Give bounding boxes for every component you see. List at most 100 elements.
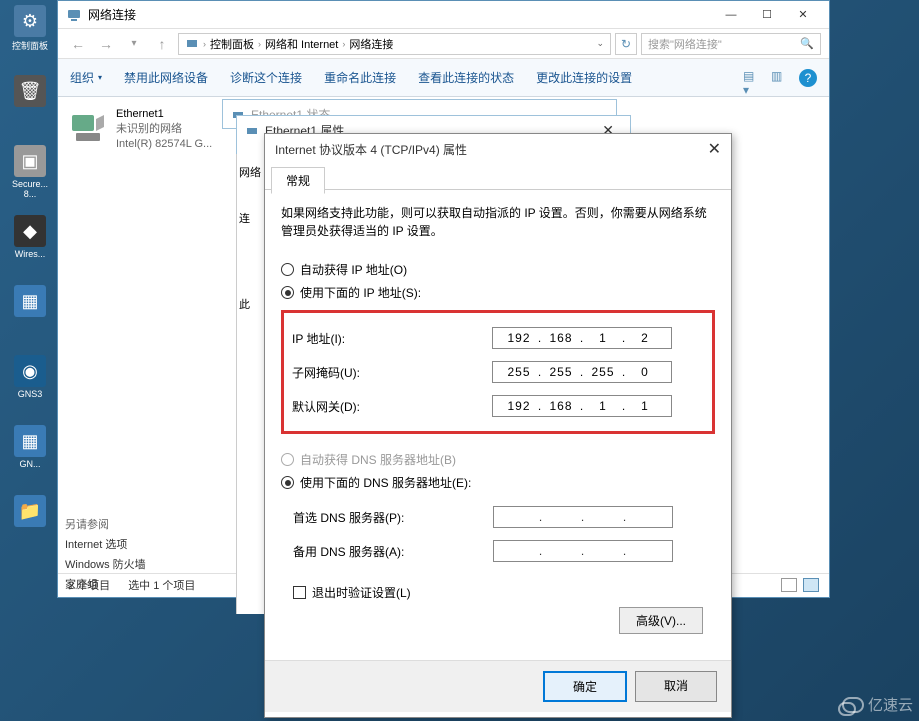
- titlebar[interactable]: Internet 协议版本 4 (TCP/IPv4) 属性 ✕: [265, 134, 731, 164]
- view-icons-icon[interactable]: [803, 578, 819, 592]
- label-dns-primary: 首选 DNS 服务器(P):: [293, 509, 493, 526]
- radio-label: 自动获得 DNS 服务器地址(B): [300, 451, 456, 468]
- desktop-icon-generic1[interactable]: ▦: [5, 285, 55, 345]
- desktop-icon-generic3[interactable]: 📁: [5, 495, 55, 555]
- desktop-icon-wireshark[interactable]: ◆ Wires...: [5, 215, 55, 275]
- nav-forward[interactable]: →: [94, 32, 118, 56]
- titlebar[interactable]: 网络连接 — ☐ ✕: [58, 1, 829, 29]
- properties-body-sliver: 网络 连 此: [236, 154, 266, 614]
- desktop: ⚙ 控制面板 🗑 ▣ Secure... 8... ◆ Wires... ▦ ◉…: [0, 0, 60, 721]
- toolbar-diagnose[interactable]: 诊断这个连接: [230, 69, 302, 86]
- breadcrumb-item[interactable]: 网络和 Internet: [265, 36, 338, 52]
- radio-icon: [281, 263, 294, 276]
- nav-up[interactable]: ↑: [150, 32, 174, 56]
- link-windows-firewall[interactable]: Windows 防火墙: [65, 555, 146, 575]
- address-bar: ← → ▾ ↑ › 控制面板 › 网络和 Internet › 网络连接 ⌄ ↻…: [58, 29, 829, 59]
- label-subnet: 子网掩码(U):: [292, 364, 492, 381]
- breadcrumb-item[interactable]: 网络连接: [349, 36, 393, 52]
- info-text: 如果网络支持此功能，则可以获取自动指派的 IP 设置。否则，你需要从网络系统管理…: [281, 204, 715, 240]
- desktop-icon-controlpanel[interactable]: ⚙ 控制面板: [5, 5, 55, 65]
- link-internet-options[interactable]: Internet 选项: [65, 535, 146, 555]
- radio-use-ip[interactable]: 使用下面的 IP 地址(S):: [281, 281, 715, 304]
- radio-label: 使用下面的 DNS 服务器地址(E):: [300, 474, 471, 491]
- search-placeholder: 搜索"网络连接": [648, 36, 722, 52]
- breadcrumb-item[interactable]: 控制面板: [210, 36, 254, 52]
- see-also-heading: 另请参阅: [65, 515, 146, 535]
- refresh-button[interactable]: ↻: [615, 33, 637, 55]
- close-button[interactable]: ✕: [785, 3, 821, 27]
- securecrt-icon: ▣: [14, 145, 46, 177]
- toolbar-organize[interactable]: 组织: [70, 69, 102, 86]
- folder-icon: 📁: [14, 495, 46, 527]
- desktop-icon-label: Wires...: [5, 249, 55, 259]
- controlpanel-icon: ⚙: [14, 5, 46, 37]
- advanced-button[interactable]: 高级(V)...: [619, 607, 703, 634]
- input-default-gateway[interactable]: 192. 168. 1. 1: [492, 395, 672, 417]
- cancel-button[interactable]: 取消: [635, 671, 717, 702]
- watermark-logo-icon: [842, 697, 864, 713]
- help-icon[interactable]: ?: [799, 69, 817, 87]
- view-options-icon[interactable]: ▤ ▾: [743, 69, 761, 87]
- connect-label: 连: [239, 210, 264, 226]
- radio-icon: [281, 453, 294, 466]
- input-ip-address[interactable]: 192. 168. 1. 2: [492, 327, 672, 349]
- search-icon: 🔍: [800, 37, 814, 50]
- chevron-down-icon[interactable]: ⌄: [596, 38, 604, 49]
- toolbar-rename[interactable]: 重命名此连接: [324, 69, 396, 86]
- input-dns-secondary[interactable]: ...: [493, 540, 673, 562]
- window-title: 网络连接: [88, 6, 136, 23]
- label-gateway: 默认网关(D):: [292, 398, 492, 415]
- nav-back[interactable]: ←: [66, 32, 90, 56]
- checkbox-label: 退出时验证设置(L): [312, 584, 411, 601]
- wireshark-icon: ◆: [14, 215, 46, 247]
- toolbar: 组织 禁用此网络设备 诊断这个连接 重命名此连接 查看此连接的状态 更改此连接的…: [58, 59, 829, 97]
- see-also-panel: 另请参阅 Internet 选项 Windows 防火墙 家庭组: [65, 515, 146, 595]
- ethernet-icon: [245, 123, 259, 137]
- desktop-icon-recycle[interactable]: 🗑: [5, 75, 55, 135]
- maximize-button[interactable]: ☐: [749, 3, 785, 27]
- ip-fields-highlight: IP 地址(I): 192. 168. 1. 2 子网掩码(U): 255. 2…: [281, 310, 715, 434]
- nav-dropdown[interactable]: ▾: [122, 32, 146, 56]
- ok-button[interactable]: 确定: [543, 671, 627, 702]
- label-dns-secondary: 备用 DNS 服务器(A):: [293, 543, 493, 560]
- radio-auto-ip[interactable]: 自动获得 IP 地址(O): [281, 258, 715, 281]
- network-icon: [185, 37, 199, 51]
- gns3-icon: ◉: [14, 355, 46, 387]
- radio-icon: [281, 286, 294, 299]
- desktop-icon-label: GN...: [5, 459, 55, 469]
- checkbox-validate-on-exit[interactable]: 退出时验证设置(L): [281, 578, 715, 607]
- tab-general[interactable]: 常规: [271, 167, 325, 194]
- adapter-ethernet1[interactable]: Ethernet1 未识别的网络 Intel(R) 82574L G...: [68, 107, 228, 152]
- desktop-icon-securecrt[interactable]: ▣ Secure... 8...: [5, 145, 55, 205]
- label-ip: IP 地址(I):: [292, 330, 492, 347]
- window-ipv4-properties: Internet 协议版本 4 (TCP/IPv4) 属性 ✕ 常规 如果网络支…: [264, 133, 732, 718]
- radio-auto-dns: 自动获得 DNS 服务器地址(B): [281, 448, 715, 471]
- desktop-icon-gns3[interactable]: ◉ GNS3: [5, 355, 55, 415]
- minimize-button[interactable]: —: [713, 3, 749, 27]
- radio-label: 自动获得 IP 地址(O): [300, 261, 407, 278]
- desktop-icon-generic2[interactable]: ▦ GN...: [5, 425, 55, 485]
- breadcrumb[interactable]: › 控制面板 › 网络和 Internet › 网络连接 ⌄: [178, 33, 611, 55]
- radio-icon: [281, 476, 294, 489]
- radio-use-dns[interactable]: 使用下面的 DNS 服务器地址(E):: [281, 471, 715, 494]
- view-details-icon[interactable]: [781, 578, 797, 592]
- input-subnet-mask[interactable]: 255. 255. 255. 0: [492, 361, 672, 383]
- adapter-name: Ethernet1: [116, 107, 212, 122]
- link-homegroup[interactable]: 家庭组: [65, 575, 146, 595]
- file-icon: ▦: [14, 425, 46, 457]
- toolbar-changesettings[interactable]: 更改此连接的设置: [536, 69, 632, 86]
- desktop-icon-sublabel: 8...: [5, 189, 55, 199]
- close-button[interactable]: ✕: [708, 139, 721, 159]
- preview-pane-icon[interactable]: ▥: [771, 69, 789, 87]
- search-input[interactable]: 搜索"网络连接" 🔍: [641, 33, 821, 55]
- watermark-text: 亿速云: [868, 694, 913, 715]
- file-icon: ▦: [14, 285, 46, 317]
- desktop-icon-label: 控制面板: [5, 39, 55, 52]
- radio-label: 使用下面的 IP 地址(S):: [300, 284, 421, 301]
- desktop-icon-label: GNS3: [5, 389, 55, 399]
- network-icon: [66, 7, 82, 23]
- toolbar-viewstatus[interactable]: 查看此连接的状态: [418, 69, 514, 86]
- checkbox-icon: [293, 586, 306, 599]
- input-dns-primary[interactable]: ...: [493, 506, 673, 528]
- toolbar-disable[interactable]: 禁用此网络设备: [124, 69, 208, 86]
